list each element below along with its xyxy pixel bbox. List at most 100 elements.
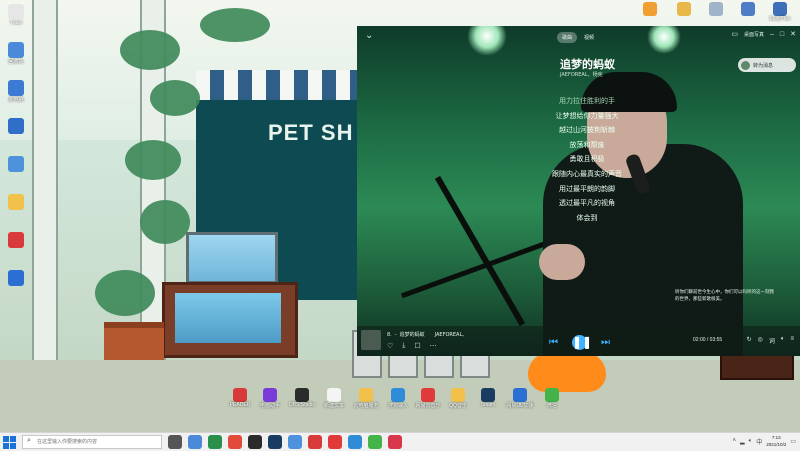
taskbar-app-icon[interactable]	[248, 435, 262, 449]
lyric-line[interactable]: 体会到	[537, 211, 637, 226]
mic-stand	[434, 175, 526, 327]
taskbar-app-icon[interactable]	[348, 435, 362, 449]
desktop-icon[interactable]: 回收站	[2, 42, 30, 72]
desktop-icon[interactable]	[2, 232, 30, 262]
taskbar-app-icon[interactable]	[328, 435, 342, 449]
desktop-icon-label: 回收站	[8, 59, 24, 65]
desktop-icon[interactable]: PEADER	[226, 388, 254, 414]
song-artist[interactable]: JAEFOREAL、杨宪	[560, 71, 603, 78]
desktop-icon[interactable]	[704, 2, 728, 26]
sound-effect-icon[interactable]: ◎	[758, 336, 763, 345]
music-player-window: ⌄ 歌曲 视频 ▭ 桌面写真 – □ ✕ 追梦的蚂蚁 JAEFOREAL、杨宪 …	[357, 26, 800, 356]
desktop-icon-label: 网易云音乐	[415, 403, 441, 409]
app-icon	[421, 388, 435, 402]
track-separator: -	[394, 332, 397, 338]
pause-icon[interactable]: ❚❚	[572, 335, 592, 350]
taskbar-app-icon[interactable]	[188, 435, 202, 449]
comment-bubble: 听你们聊前世今生心中，你们可以吗听的这一刻我的世界，那些新歌很美。	[675, 289, 774, 301]
desktop-icon[interactable]: 微信	[538, 388, 566, 414]
lyric-line[interactable]: 跟随内心最真实的声音	[537, 167, 637, 182]
search-input[interactable]	[37, 437, 157, 447]
lyric-line[interactable]: 用力拉住胜利的手	[537, 94, 637, 109]
windows-start-icon[interactable]	[2, 435, 16, 449]
minimize-icon[interactable]: –	[770, 31, 774, 38]
playlist-icon[interactable]: ≡	[790, 336, 794, 345]
desktop-icon[interactable]: 网易UU加速	[506, 388, 534, 414]
app-icon	[451, 388, 465, 402]
player-topbar: ⌄ 歌曲 视频 ▭ 桌面写真 – □ ✕	[357, 26, 800, 46]
now-playing-info: 8. - 追梦的蚂蚁 JAEFOREAL、	[387, 331, 467, 338]
desktop-icon[interactable]: QQ音乐	[444, 388, 472, 414]
singer-hand	[539, 244, 585, 280]
desktop-icon[interactable]	[2, 270, 30, 300]
taskbar-app-icon[interactable]	[388, 435, 402, 449]
desktop-icon[interactable]: 网易云音乐	[414, 388, 442, 414]
desktop-icon[interactable]: EasyPlan	[768, 2, 792, 26]
desktop-icon[interactable]: Trash	[2, 4, 30, 34]
desktop-icon[interactable]	[638, 2, 662, 26]
download-icon[interactable]: ⤓	[402, 342, 405, 350]
maximize-icon[interactable]: □	[780, 31, 784, 38]
desktop-icon[interactable]: 搜狗输入	[384, 388, 412, 414]
desktop-icon-label: QQ音乐	[449, 403, 467, 409]
lyric-line[interactable]: 越过山河披荆斩棘	[537, 123, 637, 138]
now-playing-artist[interactable]: JAEFOREAL、	[435, 332, 468, 338]
network-icon[interactable]: ▂	[740, 438, 745, 445]
app-icon	[8, 232, 24, 248]
taskbar-app-icon[interactable]	[168, 435, 182, 449]
desktop-icon[interactable]: 云电脑服务	[352, 388, 380, 414]
repeat-icon[interactable]: ↻	[747, 336, 752, 345]
now-playing-title[interactable]: 追梦的蚂蚁	[400, 332, 425, 338]
taskbar-app-icon[interactable]	[268, 435, 282, 449]
lyrics-icon[interactable]: 词	[769, 336, 775, 345]
taskbar-app-icon[interactable]	[208, 435, 222, 449]
tab-video[interactable]: 视频	[579, 32, 599, 43]
desktop-icon[interactable]: 此电脑	[2, 80, 30, 110]
desktop-icon[interactable]	[672, 2, 696, 26]
volume-icon[interactable]: 🔈︎	[781, 336, 785, 345]
desktop-icon-label: Steam	[480, 402, 496, 408]
previous-track-icon[interactable]: ⏮	[549, 337, 558, 348]
aquarium-cabinet	[162, 282, 298, 358]
taskbar-app-icon[interactable]	[308, 435, 322, 449]
desktop-icon[interactable]: 新建文本	[320, 388, 348, 414]
volume-icon[interactable]: 🔈︎	[749, 438, 753, 445]
desktop-photo-button[interactable]: 桌面写真	[744, 31, 764, 38]
desktop-icon[interactable]: OBS Studio	[288, 388, 316, 414]
user-chip[interactable]: 转为消息	[738, 58, 796, 72]
chevron-up-icon[interactable]: ˄	[733, 438, 737, 444]
app-icon	[741, 2, 755, 16]
taskbar-app-icon[interactable]	[288, 435, 302, 449]
taskbar: ⌕ ˄ ▂ 🔈︎ 中 7:13 2021/10/2 ▭	[0, 432, 800, 451]
collapse-chevron-icon[interactable]: ⌄	[365, 30, 373, 41]
heart-icon[interactable]: ♡	[387, 342, 393, 350]
tab-songs[interactable]: 歌曲	[557, 32, 578, 43]
comment-icon[interactable]: ☐	[414, 342, 420, 350]
ime-icon[interactable]: 中	[756, 437, 762, 446]
desktop-icon-label: 电脑助手	[259, 403, 280, 409]
desktop-icon[interactable]: Steam	[474, 388, 502, 414]
lyric-line[interactable]: 让梦想给你力量强大	[537, 109, 637, 124]
desktop-icon[interactable]	[2, 194, 30, 224]
notification-icon[interactable]: ▭	[790, 438, 796, 445]
screen-icon[interactable]: ▭	[731, 30, 738, 38]
lyrics-panel: 用力拉住胜利的手 让梦想给你力量强大 越过山河披荆斩棘 放荡和颓废 勇敢且积极 …	[537, 94, 637, 225]
close-icon[interactable]: ✕	[790, 30, 796, 38]
taskbar-app-icon[interactable]	[228, 435, 242, 449]
desktop-icon[interactable]: 电脑助手	[256, 388, 284, 414]
clock-time: 7:13	[771, 435, 781, 440]
lyric-line[interactable]: 用过最平朗的韵脚	[537, 182, 637, 197]
desktop-icon[interactable]	[736, 2, 760, 26]
lyric-line[interactable]: 勇敢且积极	[537, 152, 637, 167]
lyric-line[interactable]: 透过最平凡的视角	[537, 196, 637, 211]
desktop-icon[interactable]	[2, 156, 30, 186]
lyric-line[interactable]: 放荡和颓废	[537, 138, 637, 153]
taskbar-clock[interactable]: 7:13 2021/10/2	[766, 434, 786, 448]
next-track-icon[interactable]: ⏭	[601, 337, 610, 348]
album-thumbnail[interactable]	[361, 330, 381, 350]
desktop-icon[interactable]	[2, 118, 30, 148]
taskbar-app-icon[interactable]	[368, 435, 382, 449]
fish-tank	[186, 232, 278, 284]
player-extra-controls: ↻ ◎ 词 🔈︎ ≡	[747, 336, 794, 345]
more-icon[interactable]: ⋯	[430, 342, 437, 350]
